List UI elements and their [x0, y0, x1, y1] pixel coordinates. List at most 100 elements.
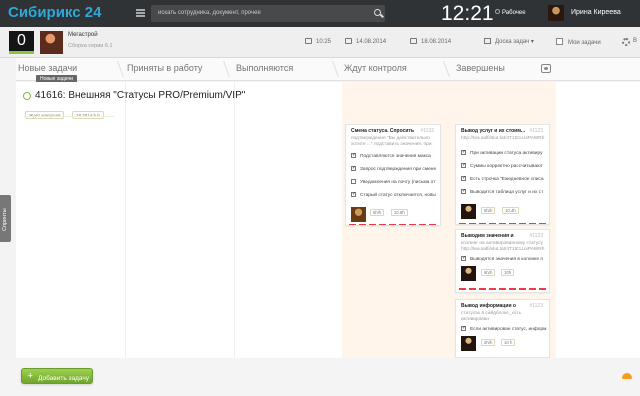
- checkbox-icon[interactable]: [351, 179, 356, 184]
- card-time-tag: 5h/h: [370, 209, 385, 216]
- task-card[interactable]: Выводим значения и #1123 коэлинг на акти…: [455, 229, 550, 293]
- card-red-separator: [349, 224, 438, 225]
- top-navigation-bar: Сибирикс 24 искать сотрудника, документ,…: [0, 0, 640, 27]
- group-avatar[interactable]: [40, 31, 63, 54]
- card-time-tag: 6h/h: [481, 269, 496, 276]
- card-avatar[interactable]: [461, 204, 476, 219]
- end-date: 18.08.2014: [410, 38, 451, 45]
- column-separator: [219, 61, 230, 77]
- card-description: http://tea.salfi/slut.tat/4T1tCLUxPAWRh: [461, 136, 545, 141]
- task-tag[interactable]: Ждет контроля: [25, 111, 65, 119]
- checklist-item[interactable]: Запрос подтверждения при смене: [351, 166, 440, 172]
- card-title[interactable]: Вывод услуг и их стоим...: [461, 128, 525, 134]
- card-id: #1123: [529, 233, 543, 239]
- group-toolbar: 0 Мегастрой Сборка серии 6.1 10:25 14.08…: [0, 27, 640, 58]
- column-new-tasks[interactable]: Новые задачи: [18, 63, 77, 73]
- column-accepted[interactable]: Приняты в работу: [127, 63, 202, 73]
- card-title[interactable]: Вывод информации о: [461, 303, 516, 309]
- task-progress-line: [24, 116, 114, 117]
- card-description: статусах в сайдблоке_хоть активирован: [461, 311, 522, 322]
- task-card[interactable]: Вывод услуг и их стоим... #1123 http://t…: [455, 124, 550, 225]
- checkbox-checked-icon[interactable]: [461, 163, 466, 168]
- task-card[interactable]: Смена статуса. Спросить #1132 подтвержде…: [345, 124, 441, 226]
- checkbox-checked-icon[interactable]: [461, 326, 466, 331]
- checklist-item[interactable]: При активации статуса активиру: [461, 150, 549, 156]
- board-selector[interactable]: Доска задач ▾: [484, 38, 534, 45]
- user-avatar[interactable]: [548, 5, 564, 21]
- board-settings-icon[interactable]: [541, 64, 551, 73]
- column-completed[interactable]: Завершены: [456, 63, 505, 73]
- column-separator: [328, 61, 339, 77]
- my-tasks-toggle[interactable]: Мои задачи: [556, 38, 601, 46]
- column-separator: [439, 61, 450, 77]
- checkbox-checked-icon[interactable]: [461, 150, 466, 155]
- card-estimate-tag: 10.4h: [502, 207, 519, 214]
- column-in-progress[interactable]: Выполняются: [236, 63, 293, 73]
- worktime-status[interactable]: Рабочее: [495, 9, 526, 16]
- checkbox-checked-icon[interactable]: [351, 166, 356, 171]
- card-avatar[interactable]: [461, 266, 476, 281]
- column-waiting-control[interactable]: Ждут контроля: [344, 63, 407, 73]
- task-counter: 0: [9, 31, 34, 54]
- checkbox-checked-icon[interactable]: [351, 153, 356, 158]
- checklist-item[interactable]: Уведомления на почту (письма от: [351, 179, 440, 185]
- lane-divider: [234, 82, 235, 358]
- task-title[interactable]: 41616: Внешняя "Статусы PRO/Premium/VIP": [35, 90, 245, 101]
- worktime-icon: [495, 9, 500, 14]
- card-estimate-tag: 10h: [501, 269, 515, 276]
- checkbox-checked-icon[interactable]: [461, 256, 466, 261]
- card-description: коэлинг на активированному статусу http:/…: [461, 241, 545, 252]
- search-input[interactable]: искать сотрудника, документ, прочее: [151, 5, 385, 22]
- checkbox-checked-icon[interactable]: [461, 189, 466, 194]
- card-estimate-tag: 10.8h: [391, 209, 408, 216]
- sprints-sidebar-tab[interactable]: Спринты: [0, 195, 11, 242]
- user-name[interactable]: Ирина Киреева: [571, 9, 621, 16]
- board-footer: [0, 358, 640, 396]
- more-label[interactable]: В: [633, 38, 637, 44]
- plus-icon: +: [28, 371, 33, 380]
- start-date: 14.08.2014: [345, 38, 386, 45]
- board-icon: [484, 38, 491, 44]
- menu-icon[interactable]: [136, 9, 145, 17]
- group-subtitle: Сборка серии 6.1: [68, 43, 113, 49]
- checklist-item[interactable]: Суммы корректно рассчитывают: [461, 163, 549, 169]
- card-id: #1123: [529, 303, 543, 309]
- footer-status-icon[interactable]: [622, 373, 632, 379]
- current-time: 12:21: [441, 2, 494, 25]
- card-red-separator: [459, 223, 547, 224]
- card-time-tag: 8h/h: [481, 207, 496, 214]
- card-id: #1132: [420, 128, 434, 134]
- time-display: 10:25: [305, 38, 331, 45]
- checkbox-checked-icon[interactable]: [461, 176, 466, 181]
- task-tag[interactable]: 18.2014 h h: [71, 111, 104, 119]
- task-card[interactable]: Вывод информации о #1123 статусах в сайд…: [455, 299, 550, 358]
- bitrix-logo[interactable]: Сибирикс 24: [8, 4, 101, 21]
- checklist-item[interactable]: Старый статус отключается, новы: [351, 192, 440, 198]
- checklist-item[interactable]: Подставляются значения макса: [351, 153, 440, 159]
- checklist-item[interactable]: Есть строчка "Ежедневное списа: [461, 176, 549, 182]
- calendar-icon: [345, 38, 352, 44]
- lane-divider: [125, 82, 126, 358]
- card-time-tag: 2h/h: [481, 339, 496, 346]
- clock-icon: [305, 38, 312, 44]
- add-task-button[interactable]: + Добавить задачу: [21, 368, 93, 384]
- calendar-icon: [410, 38, 417, 44]
- checkbox-icon[interactable]: [556, 38, 563, 45]
- task-status-icon: [23, 92, 31, 100]
- task-tags: Ждет контроля 18.2014 h h: [25, 104, 107, 122]
- checklist-item[interactable]: Если активирован статус, информ: [461, 326, 549, 332]
- gear-icon[interactable]: [622, 38, 630, 46]
- card-id: #1123: [529, 128, 543, 134]
- card-title[interactable]: Смена статуса. Спросить: [351, 128, 414, 134]
- column-separator: [113, 61, 124, 77]
- card-estimate-tag: 10 h: [501, 339, 516, 346]
- card-title[interactable]: Выводим значения и: [461, 233, 514, 239]
- checklist-item[interactable]: Выводятся значения в колонке п: [461, 256, 549, 262]
- group-name[interactable]: Мегастрой: [68, 32, 98, 38]
- checklist-item[interactable]: Выводится таблица услуг и их ст: [461, 189, 549, 195]
- card-description: подтверждения "Вы действительно хотите ..…: [351, 136, 432, 147]
- card-avatar[interactable]: [351, 207, 366, 222]
- checkbox-checked-icon[interactable]: [351, 192, 356, 197]
- card-avatar[interactable]: [461, 336, 476, 351]
- search-icon[interactable]: [374, 9, 381, 16]
